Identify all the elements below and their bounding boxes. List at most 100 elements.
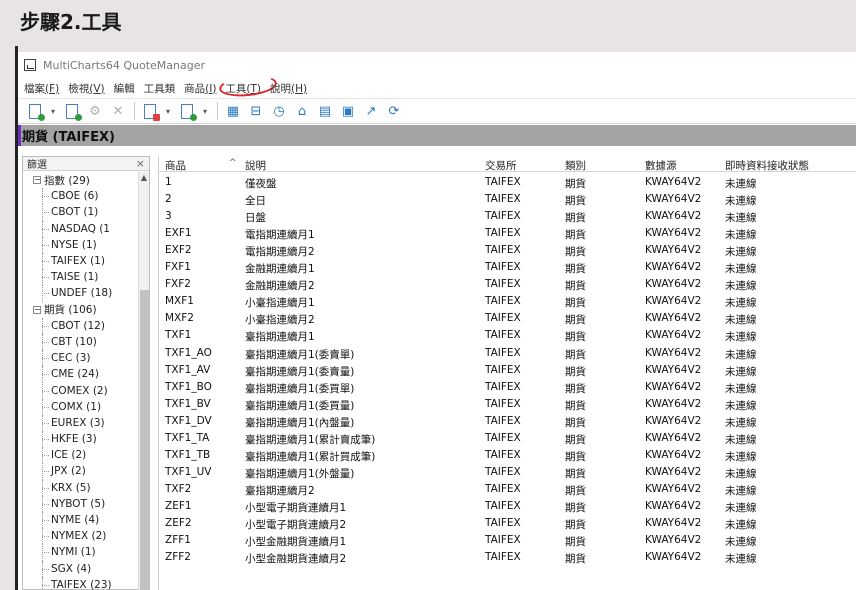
close-icon[interactable]: ×	[136, 157, 145, 170]
table-row[interactable]: TXF1 臺指期連續月1 TAIFEX 期貨 KWAY64V2 未連線	[159, 327, 856, 344]
table-row[interactable]: TXF2 臺指期連續月2 TAIFEX 期貨 KWAY64V2 未連線	[159, 481, 856, 498]
tree-item[interactable]: CEC (3)	[23, 350, 139, 367]
window-title: MultiCharts64 QuoteManager	[43, 58, 205, 72]
bank-icon[interactable]: ⌂	[293, 102, 311, 120]
cell-datasource: KWAY64V2	[645, 346, 702, 359]
table-row[interactable]: EXF1 電指期連續月1 TAIFEX 期貨 KWAY64V2 未連線	[159, 225, 856, 242]
table-row[interactable]: TXF1_AV 臺指期連續月1(委賣量) TAIFEX 期貨 KWAY64V2 未連線	[159, 362, 856, 379]
table-row[interactable]: ZEF2 小型電子期貨連續月2 TAIFEX 期貨 KWAY64V2 未連線	[159, 515, 856, 532]
table-row[interactable]: 2 全日 TAIFEX 期貨 KWAY64V2 未連線	[159, 191, 856, 208]
table-row[interactable]: FXF1 金融期連續月1 TAIFEX 期貨 KWAY64V2 未連線	[159, 259, 856, 276]
cell-symbol: TXF1_AV	[165, 363, 211, 376]
tree-item[interactable]: EUREX (3)	[23, 414, 139, 432]
table-row[interactable]: ZFF1 小型金融期貨連續月1 TAIFEX 期貨 KWAY64V2 未連線	[159, 532, 856, 549]
menu-help[interactable]: 說明(H)	[270, 81, 307, 96]
table-row[interactable]: EXF2 電指期連續月2 TAIFEX 期貨 KWAY64V2 未連線	[159, 242, 856, 259]
tree-group[interactable]: − 期貨 (106)	[23, 302, 139, 318]
col-header-symbol[interactable]: 商品	[165, 158, 186, 173]
export-dropdown-icon[interactable]: ▾	[201, 102, 209, 120]
new-document-icon[interactable]	[26, 102, 45, 121]
menu-view[interactable]: 檢視(V)	[68, 81, 104, 96]
tree-label: TAIFEX (1)	[51, 255, 105, 268]
table-row[interactable]: TXF1_TB 臺指期連續月1(累計買成筆) TAIFEX 期貨 KWAY64V2 未連線	[159, 447, 856, 464]
tree-item[interactable]: SGX (4)	[23, 560, 139, 577]
table-row[interactable]: TXF1_BO 臺指期連續月1(委買單) TAIFEX 期貨 KWAY64V2 未連線	[159, 379, 856, 396]
import-icon[interactable]	[141, 102, 160, 121]
cell-description: 臺指期連續月1(累計賣成筆)	[245, 433, 376, 446]
tree-item[interactable]: CBOT (1)	[23, 204, 139, 221]
collapse-icon[interactable]: −	[33, 176, 41, 185]
table-row[interactable]: TXF1_TA 臺指期連續月1(累計賣成筆) TAIFEX 期貨 KWAY64V2 未連線	[159, 430, 856, 447]
tree-item[interactable]: TAISE (1)	[23, 269, 139, 286]
tree-item[interactable]: COMX (1)	[23, 398, 139, 416]
settings-gear-icon[interactable]: ⚙	[86, 102, 104, 120]
dropdown-arrow-icon[interactable]: ▾	[49, 102, 57, 120]
tree-item[interactable]: NASDAQ (1	[23, 220, 139, 237]
tree-item[interactable]: NYME (4)	[23, 511, 139, 529]
col-header-realtime-status[interactable]: 即時資料接收狀態	[725, 158, 809, 173]
cell-category: 期貨	[565, 484, 586, 497]
table-row[interactable]: FXF2 金融期連續月2 TAIFEX 期貨 KWAY64V2 未連線	[159, 276, 856, 293]
col-header-category[interactable]: 類別	[565, 158, 586, 173]
col-header-description[interactable]: 說明	[245, 158, 266, 173]
tree-item[interactable]: CME (24)	[23, 366, 139, 383]
tree-item[interactable]: CBOE (6)	[23, 188, 139, 205]
scroll-thumb[interactable]	[140, 290, 149, 590]
table-row[interactable]: 1 僅夜盤 TAIFEX 期貨 KWAY64V2 未連線	[159, 174, 856, 191]
import-dropdown-icon[interactable]: ▾	[164, 102, 172, 120]
table-row[interactable]: ZEF1 小型電子期貨連續月1 TAIFEX 期貨 KWAY64V2 未連線	[159, 498, 856, 515]
timeframe-icon[interactable]: ⊟	[247, 102, 265, 120]
collapse-icon[interactable]: −	[33, 305, 41, 314]
new-symbol-icon[interactable]	[63, 102, 82, 121]
tree-item[interactable]: NYSE (1)	[23, 236, 139, 254]
tree-item[interactable]: COMEX (2)	[23, 382, 139, 399]
table-row[interactable]: MXF1 小臺指連續月1 TAIFEX 期貨 KWAY64V2 未連線	[159, 293, 856, 310]
cell-symbol: TXF1_BO	[165, 380, 212, 393]
tree-group[interactable]: − 指數 (29)	[23, 172, 139, 188]
tree-item[interactable]: NYMEX (2)	[23, 528, 139, 545]
filter-scrollbar[interactable]: ▲	[138, 172, 149, 590]
table-row[interactable]: TXF1_AO 臺指期連續月1(委賣單) TAIFEX 期貨 KWAY64V2 未連線	[159, 345, 856, 362]
col-header-datasource[interactable]: 數據源	[645, 158, 677, 173]
tree-item[interactable]: NYBOT (5)	[23, 495, 139, 513]
menu-file[interactable]: 檔案(F)	[24, 81, 59, 96]
export-icon[interactable]	[178, 102, 197, 121]
calendar-icon[interactable]: ▦	[224, 102, 242, 120]
tree-item[interactable]: TAIFEX (1)	[23, 252, 139, 270]
tree-item[interactable]: NYMI (1)	[23, 544, 139, 561]
cell-status: 未連線	[725, 450, 757, 463]
tree-item[interactable]: ICE (2)	[23, 447, 139, 464]
table-row[interactable]: MXF2 小臺指連續月2 TAIFEX 期貨 KWAY64V2 未連線	[159, 310, 856, 327]
col-header-exchange[interactable]: 交易所	[485, 158, 517, 173]
tree-item[interactable]: TAIFEX (23)	[23, 576, 139, 590]
tree-item[interactable]: HKFE (3)	[23, 431, 139, 448]
chart-image-icon[interactable]: ▣	[339, 102, 357, 120]
menu-file-key: (F)	[45, 82, 60, 95]
table-row[interactable]: ZFF2 小型金融期貨連續月2 TAIFEX 期貨 KWAY64V2 未連線	[159, 549, 856, 566]
cell-status: 未連線	[725, 246, 757, 259]
chart-edit-icon[interactable]: ↗	[362, 102, 380, 120]
tree-item[interactable]: CBOT (12)	[23, 317, 139, 335]
menu-instrument[interactable]: 商品(I)	[184, 81, 216, 96]
app-icon	[24, 59, 36, 71]
cell-category: 期貨	[565, 536, 586, 549]
cell-symbol: TXF2	[165, 482, 192, 495]
menu-toolclass[interactable]: 工具類	[144, 81, 176, 96]
table-row[interactable]: TXF1_UV 臺指期連續月1(外盤量) TAIFEX 期貨 KWAY64V2 未連線	[159, 464, 856, 481]
table-row[interactable]: TXF1_BV 臺指期連續月1(委買量) TAIFEX 期貨 KWAY64V2 未連線	[159, 396, 856, 413]
table-row[interactable]: 3 日盤 TAIFEX 期貨 KWAY64V2 未連線	[159, 208, 856, 225]
menu-edit[interactable]: 編輯	[114, 81, 135, 96]
menu-tools[interactable]: 工具(T)	[218, 72, 279, 99]
tree-item[interactable]: KRX (5)	[23, 479, 139, 496]
tree-item[interactable]: UNDEF (18)	[23, 285, 139, 302]
clock-icon[interactable]: ◷	[270, 102, 288, 120]
tree-item[interactable]: CBT (10)	[23, 333, 139, 351]
tree-label: NYMEX (2)	[51, 530, 107, 543]
refresh-icon[interactable]: ⟳	[385, 102, 403, 120]
table-row[interactable]: TXF1_DV 臺指期連續月1(內盤量) TAIFEX 期貨 KWAY64V2 未連線	[159, 413, 856, 430]
delete-x-icon[interactable]: ✕	[109, 102, 127, 120]
scroll-up-icon[interactable]: ▲	[139, 172, 149, 184]
cell-symbol: FXF1	[165, 261, 191, 274]
tree-item[interactable]: JPX (2)	[23, 463, 139, 480]
book-icon[interactable]: ▤	[316, 102, 334, 120]
